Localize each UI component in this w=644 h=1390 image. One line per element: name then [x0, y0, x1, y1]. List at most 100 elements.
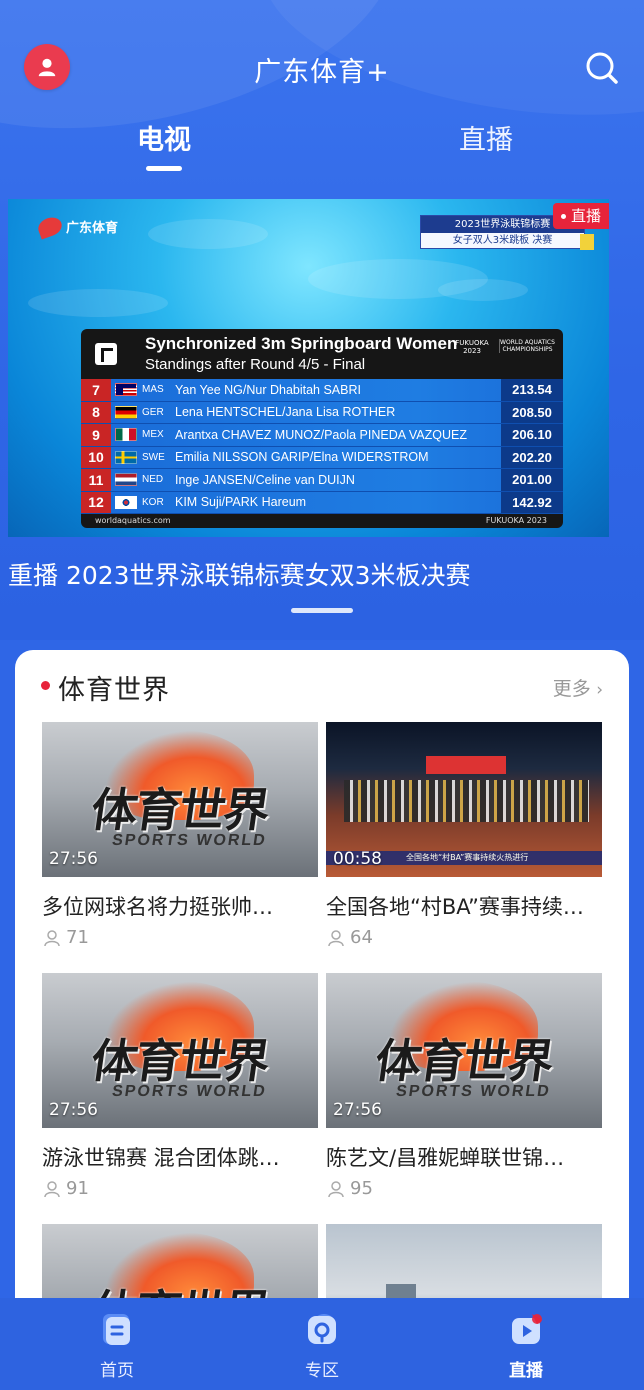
- standings-score: 208.50: [501, 401, 563, 423]
- standings-rank: 10: [81, 446, 111, 468]
- channel-tabs: 电视 直播: [0, 118, 644, 178]
- hero-video[interactable]: 广东体育 2023世界泳联锦标赛 女子双人3米跳板 决赛 直播 Synchron…: [8, 199, 609, 537]
- video-duration: 00:58: [333, 849, 382, 869]
- standings-country: SWE: [142, 451, 165, 463]
- flag-mex-icon: [115, 428, 137, 442]
- view-count: 64: [326, 927, 602, 948]
- video-thumbnail[interactable]: 体育世界 SPORTS WORLD 27:56: [326, 973, 602, 1128]
- hero-caption[interactable]: 重播 2023世界泳联锦标赛女双3米板决赛: [8, 556, 470, 592]
- search-button[interactable]: [582, 48, 622, 88]
- nav-live-label: 直播: [509, 1361, 543, 1381]
- flag-kor-icon: [115, 495, 137, 509]
- chevron-right-icon: ›: [590, 680, 603, 700]
- flag-ned-icon: [115, 473, 137, 487]
- sports-world-logo: 体育世界: [371, 1034, 556, 1088]
- standings-country: GER: [142, 406, 164, 418]
- view-count: 95: [326, 1178, 602, 1199]
- world-aquatics-logo: WORLD AQUATICS CHAMPIONSHIPS: [499, 339, 555, 353]
- video-thumbnail[interactable]: 体育世界 SPORTS WORLD 27:56: [42, 722, 318, 877]
- standings-country: MAS: [142, 384, 164, 396]
- video-card[interactable]: 全国各地“村BA”赛事持续火热进行 00:58 全国各地“村BA”赛事持续… 64: [326, 722, 602, 948]
- view-count: 71: [42, 927, 318, 948]
- standings-rank: 12: [81, 491, 111, 513]
- app-title: 广东体育+: [254, 57, 390, 88]
- standings-rows: 7 MAS Yan Yee NG/Nur Dhabitah SABRI 213.54 8…: [81, 379, 563, 514]
- person-icon: [44, 1180, 60, 1197]
- video-title[interactable]: 全国各地“村BA”赛事持续…: [326, 891, 602, 921]
- flag-swe-icon: [115, 450, 137, 464]
- standings-row: 8 GER Lena HENTSCHEL/Jana Lisa ROTHER 208.5…: [81, 401, 563, 424]
- standings-subtitle: Standings after Round 4/5 - Final: [145, 356, 366, 373]
- video-thumbnail[interactable]: 全国各地“村BA”赛事持续火热进行 00:58: [326, 722, 602, 877]
- live-badge: 直播: [552, 203, 609, 229]
- standings-row: 9 MEX Arantxa CHAVEZ MUNOZ/Paola PINEDA VA…: [81, 424, 563, 447]
- section-title: 体育世界: [58, 675, 170, 706]
- active-tab-indicator: [146, 166, 182, 171]
- standings-rank: 7: [81, 379, 111, 401]
- standings-athletes: Inge JANSEN/Celine van DUIJN: [175, 472, 355, 487]
- carousel-indicator: [291, 608, 353, 613]
- standings-row: 12 KOR KIM Suji/PARK Hareum 142.92: [81, 491, 563, 514]
- live-dot-icon: [560, 214, 566, 219]
- standings-row: 10 SWE Emilia NILSSON GARIP/Elna WIDERSTRO…: [81, 446, 563, 469]
- standings-table: Synchronized 3m Springboard Women Standi…: [81, 329, 563, 528]
- event-subtitle: 女子双人3米跳板 决赛: [452, 235, 553, 246]
- nav-live[interactable]: 直播: [466, 1298, 586, 1381]
- content-card: 体育世界 更多 › 体育世界 SPORTS WORLD 27:56 多位网球名将力挺张…: [15, 650, 629, 1390]
- standings-athletes: KIM Suji/PARK Hareum: [175, 495, 307, 510]
- more-link[interactable]: 更多 ›: [553, 674, 603, 701]
- standings-title: Synchronized 3m Springboard Women: [145, 334, 458, 353]
- section-header: 体育世界 更多 ›: [15, 650, 629, 722]
- standings-rank: 11: [81, 469, 111, 491]
- standings-row: 11 NED Inge JANSEN/Celine van DUIJN 201.00: [81, 469, 563, 492]
- nav-zone-label: 专区: [305, 1361, 339, 1381]
- standings-athletes: Yan Yee NG/Nur Dhabitah SABRI: [175, 382, 361, 397]
- video-duration: 27:56: [49, 849, 98, 869]
- person-icon: [328, 929, 344, 946]
- person-icon: [44, 929, 60, 946]
- video-card[interactable]: 体育世界 SPORTS WORLD 27:56 陈艺文/昌雅妮蝉联世锦… 95: [326, 973, 602, 1199]
- bottom-nav: 首页 专区 直播: [0, 1298, 644, 1390]
- nav-zone[interactable]: 专区: [262, 1298, 382, 1381]
- video-duration: 27:56: [49, 1100, 98, 1120]
- zone-icon: [302, 1310, 342, 1350]
- video-card[interactable]: 体育世界 SPORTS WORLD 27:56 多位网球名将力挺张帅… 71: [42, 722, 318, 948]
- standings-score: 213.54: [501, 379, 563, 401]
- video-thumbnail[interactable]: 体育世界 SPORTS WORLD 27:56: [42, 973, 318, 1128]
- standings-athletes: Arantxa CHAVEZ MUNOZ/Paola PINEDA VAZQUE…: [175, 427, 467, 442]
- person-icon: [328, 1180, 344, 1197]
- sports-world-logo-en: SPORTS WORLD: [394, 1083, 552, 1100]
- home-icon: [97, 1310, 137, 1350]
- standings-country: NED: [142, 474, 164, 486]
- sports-world-logo: 体育世界: [87, 1034, 272, 1088]
- search-icon: [586, 52, 618, 84]
- section-dot-icon: [41, 681, 50, 690]
- fina-logo-icon: [95, 343, 117, 365]
- sports-world-logo-en: SPORTS WORLD: [110, 832, 268, 849]
- live-icon: [506, 1310, 546, 1350]
- standings-country: MEX: [142, 429, 164, 441]
- flag-mas-icon: [115, 383, 137, 397]
- standings-rank: 9: [81, 424, 111, 446]
- standings-row: 7 MAS Yan Yee NG/Nur Dhabitah SABRI 213.54: [81, 379, 563, 402]
- video-card[interactable]: 体育世界 SPORTS WORLD 27:56 游泳世锦赛 混合团体跳… 91: [42, 973, 318, 1199]
- video-title[interactable]: 游泳世锦赛 混合团体跳…: [42, 1142, 318, 1172]
- tab-live[interactable]: 直播: [426, 118, 546, 157]
- standings-athletes: Lena HENTSCHEL/Jana Lisa ROTHER: [175, 405, 396, 420]
- view-count: 91: [42, 1178, 318, 1199]
- channel-logo: 广东体育: [35, 213, 118, 240]
- channel-logo-icon: [35, 213, 65, 240]
- app-root: 广东体育+ 电视 直播 广东体育 2023世界泳联锦标赛 女子双人3米跳板 决赛…: [0, 0, 644, 1390]
- nav-home[interactable]: 首页: [57, 1298, 177, 1381]
- standings-score: 202.20: [501, 446, 563, 468]
- flag-ger-icon: [115, 405, 137, 419]
- tab-tv[interactable]: 电视: [104, 118, 224, 157]
- standings-score: 142.92: [501, 491, 563, 513]
- video-title[interactable]: 陈艺文/昌雅妮蝉联世锦…: [326, 1142, 602, 1172]
- top-header: 广东体育+: [0, 38, 644, 102]
- standings-score: 201.00: [501, 469, 563, 491]
- standings-athletes: Emilia NILSSON GARIP/Elna WIDERSTROM: [175, 450, 429, 465]
- video-duration: 27:56: [333, 1100, 382, 1120]
- sports-world-logo-en: SPORTS WORLD: [110, 1083, 268, 1100]
- video-title[interactable]: 多位网球名将力挺张帅…: [42, 891, 318, 921]
